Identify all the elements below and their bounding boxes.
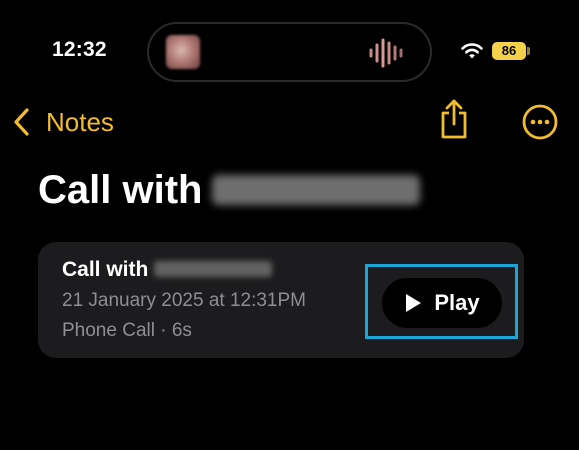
- recording-title: Call with: [62, 258, 273, 282]
- chevron-left-icon: [14, 108, 29, 136]
- share-icon[interactable]: [438, 98, 470, 140]
- ellipsis-circle-icon[interactable]: [522, 104, 558, 140]
- status-time: 12:32: [52, 38, 107, 61]
- recording-date: 21 January 2025 at 12:31PM: [62, 290, 307, 311]
- battery-indicator: 86: [492, 42, 526, 60]
- back-button-label: Notes: [46, 106, 114, 137]
- note-title: Call with: [38, 168, 421, 213]
- dynamic-island[interactable]: [147, 22, 432, 82]
- back-button[interactable]: Notes: [12, 104, 114, 140]
- audio-waveform-icon: [369, 38, 403, 68]
- redacted-name: [212, 175, 421, 205]
- recording-title-text: Call with: [62, 258, 149, 281]
- redacted-name: [154, 261, 273, 277]
- note-title-text: Call with: [38, 168, 203, 212]
- wifi-icon: [461, 43, 483, 59]
- notes-screen: 12:32 86 Notes Call with Call with 21 Ja…: [0, 0, 579, 450]
- recording-meta: Phone Call · 6s: [62, 320, 192, 341]
- album-art-thumbnail: [166, 35, 200, 69]
- battery-tip: [527, 47, 530, 55]
- play-button-highlight: [365, 264, 518, 339]
